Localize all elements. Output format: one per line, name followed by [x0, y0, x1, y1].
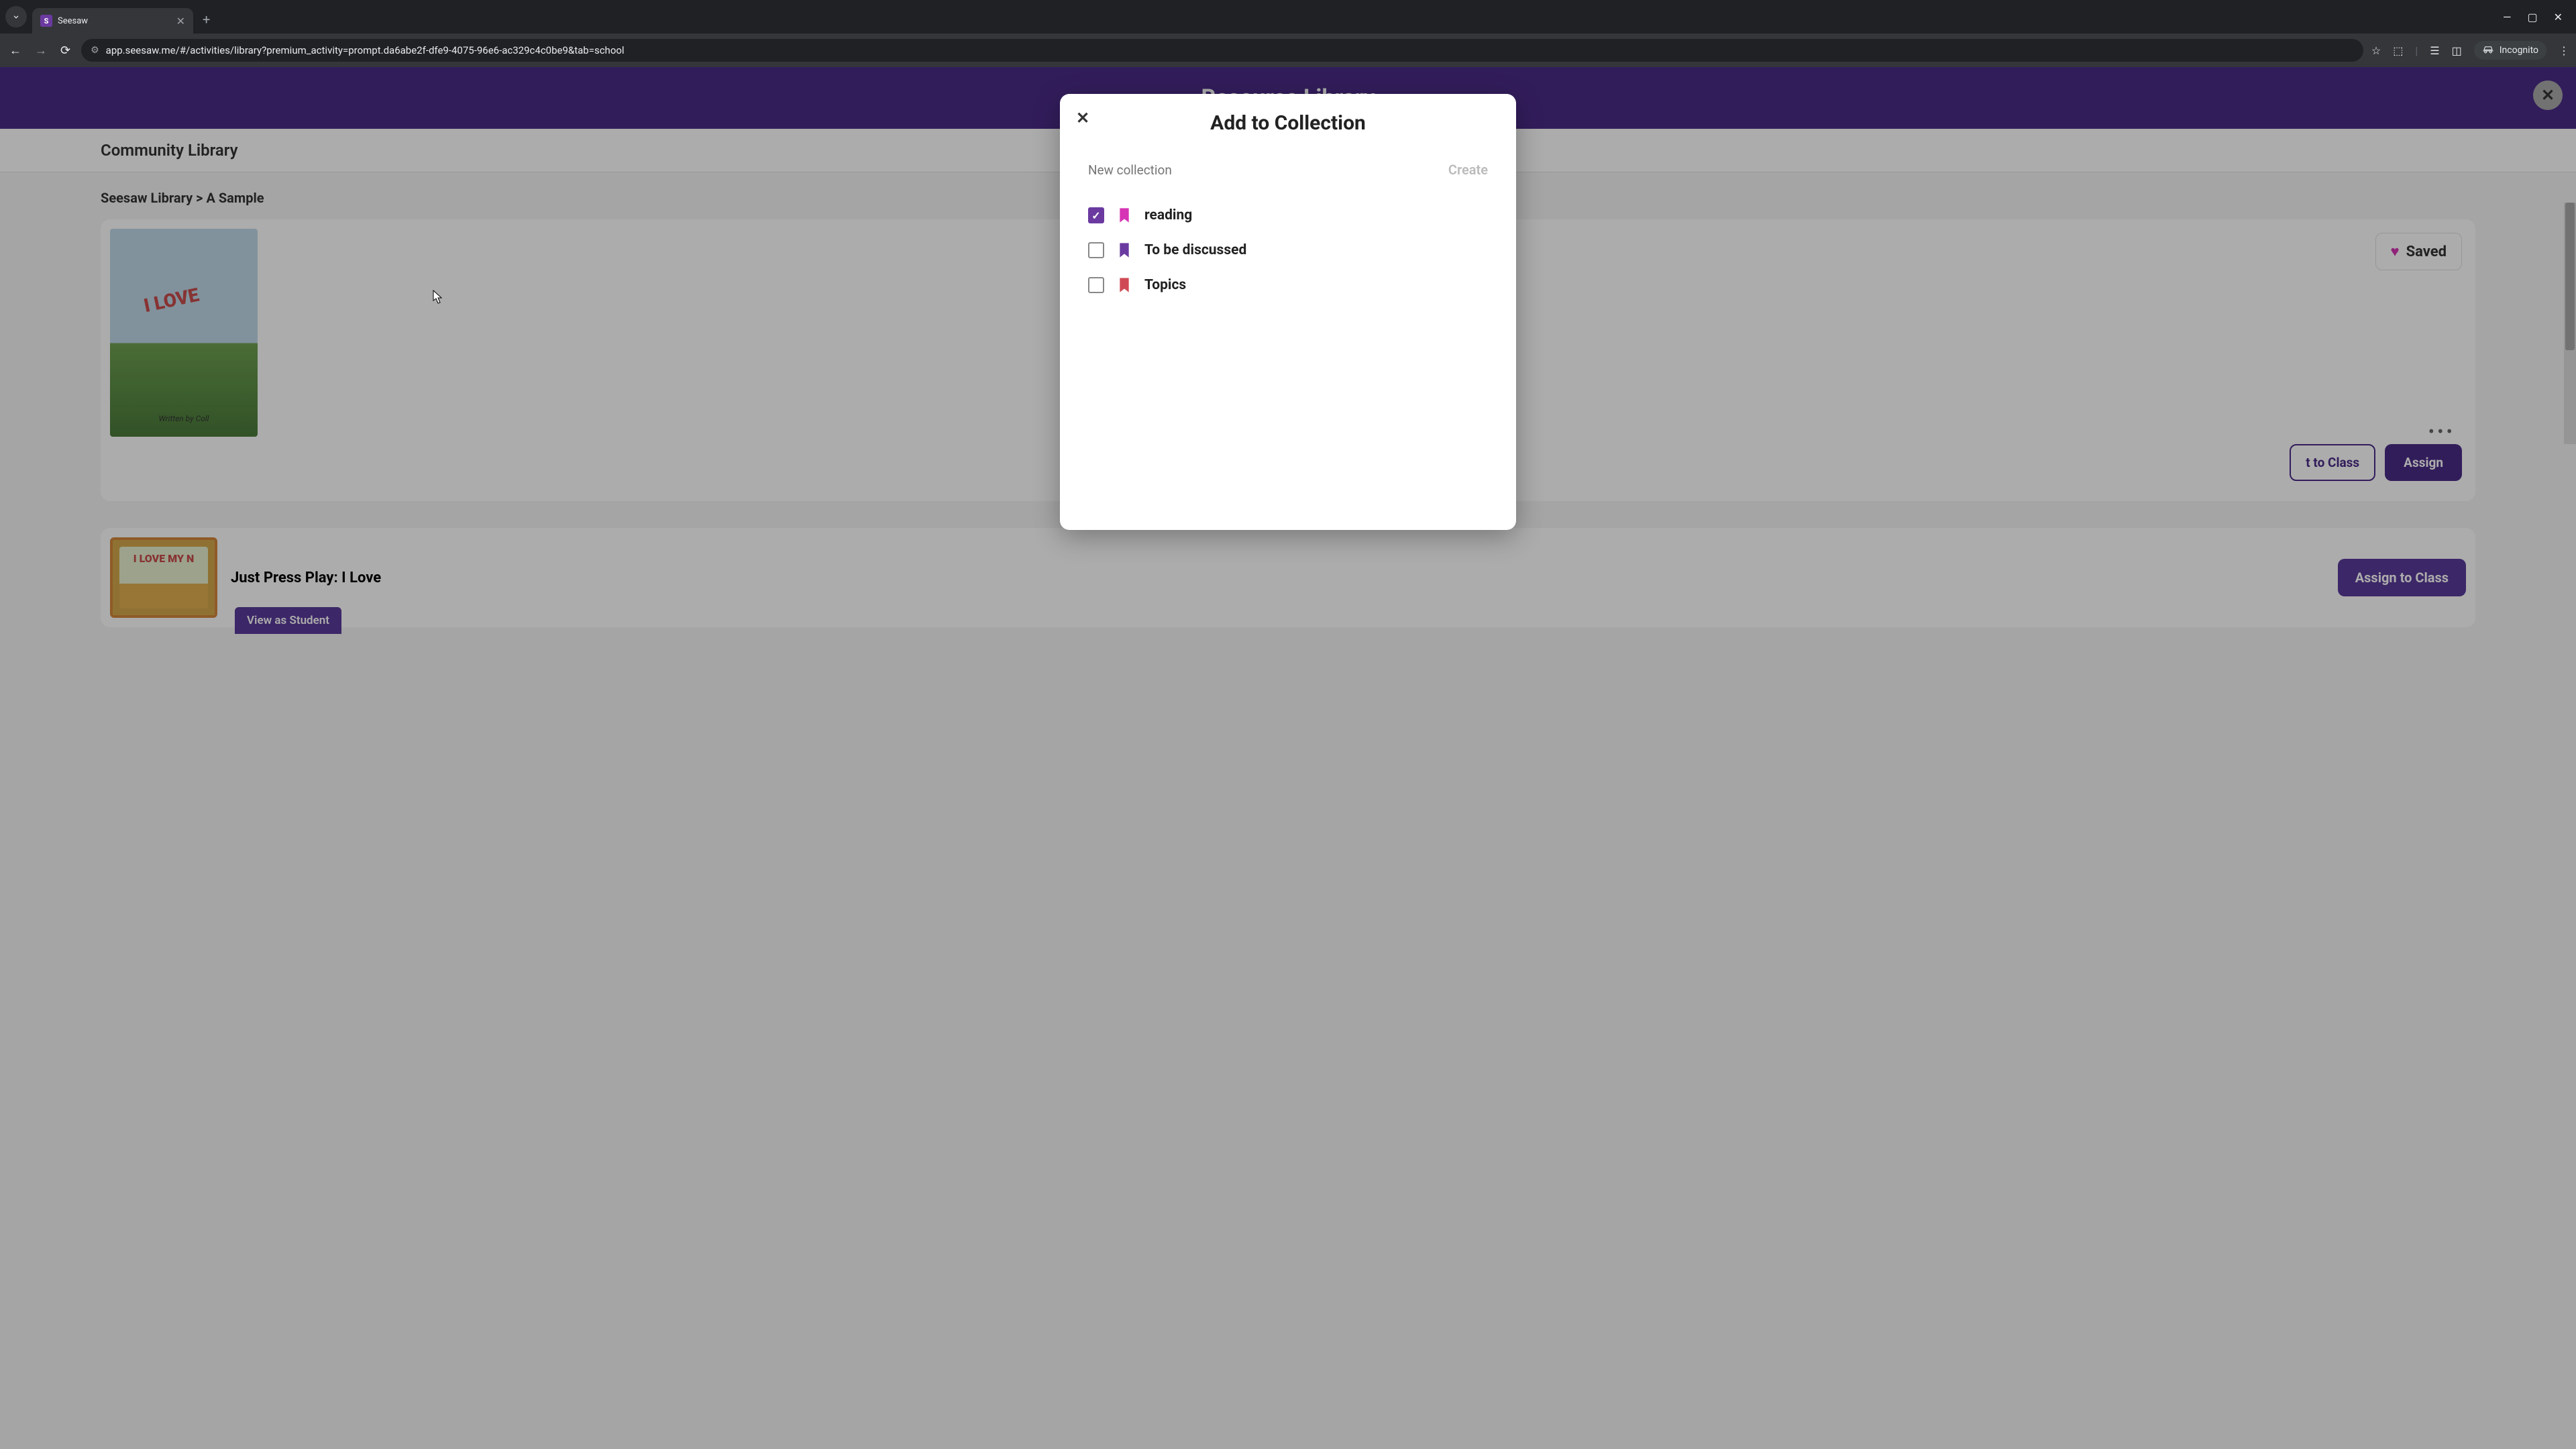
- tab-favicon: S: [40, 15, 52, 27]
- tab-title: Seesaw: [58, 16, 171, 26]
- browser-tab-active[interactable]: S Seesaw ✕: [32, 8, 193, 34]
- side-panel-icon[interactable]: ◫: [2452, 44, 2462, 57]
- reading-list-icon[interactable]: ☰: [2430, 44, 2439, 57]
- incognito-badge[interactable]: Incognito: [2474, 41, 2546, 60]
- reload-button[interactable]: ⟳: [58, 41, 73, 60]
- window-controls: — ▢ ✕: [2503, 11, 2571, 23]
- chevron-down-icon: [11, 12, 21, 21]
- collection-checkbox[interactable]: [1088, 277, 1104, 293]
- modal-title: Add to Collection: [1084, 111, 1492, 135]
- close-window-icon[interactable]: ✕: [2554, 11, 2563, 23]
- bookmark-icon: [1119, 278, 1130, 292]
- modal-close-icon[interactable]: ✕: [1076, 109, 1089, 127]
- site-info-icon[interactable]: ⚙: [91, 45, 99, 56]
- extensions-icon[interactable]: ⬚: [2393, 44, 2403, 57]
- collection-label: reading: [1144, 207, 1192, 223]
- collection-label: To be discussed: [1144, 242, 1246, 258]
- back-button[interactable]: ←: [7, 41, 24, 60]
- bookmark-icon: [1119, 208, 1130, 223]
- collection-row[interactable]: To be discussed: [1084, 233, 1492, 268]
- browser-menu-icon[interactable]: ⋮: [2559, 44, 2569, 57]
- bookmark-star-icon[interactable]: ☆: [2371, 44, 2381, 57]
- add-to-collection-modal: ✕ Add to Collection Create reading To be …: [1060, 94, 1516, 530]
- maximize-icon[interactable]: ▢: [2527, 11, 2537, 23]
- new-tab-button[interactable]: +: [203, 11, 210, 28]
- incognito-label: Incognito: [2500, 45, 2538, 56]
- incognito-icon: [2482, 46, 2494, 55]
- bookmark-icon: [1119, 243, 1130, 258]
- collection-checkbox[interactable]: [1088, 242, 1104, 258]
- address-bar[interactable]: ⚙ app.seesaw.me/#/activities/library?pre…: [81, 39, 2363, 62]
- forward-button[interactable]: →: [32, 41, 50, 60]
- create-collection-button[interactable]: Create: [1448, 162, 1488, 178]
- minimize-icon[interactable]: —: [2503, 11, 2512, 23]
- browser-tab-bar: S Seesaw ✕ + — ▢ ✕: [0, 0, 2576, 34]
- collection-label: Topics: [1144, 277, 1186, 293]
- new-collection-input[interactable]: [1088, 162, 1448, 178]
- browser-toolbar: ← → ⟳ ⚙ app.seesaw.me/#/activities/libra…: [0, 34, 2576, 67]
- url-text: app.seesaw.me/#/activities/library?premi…: [106, 44, 625, 56]
- collection-row[interactable]: Topics: [1084, 268, 1492, 303]
- collection-row[interactable]: reading: [1084, 198, 1492, 233]
- collection-checkbox[interactable]: [1088, 207, 1104, 223]
- tab-search-dropdown[interactable]: [5, 6, 27, 28]
- divider: |: [2415, 44, 2418, 57]
- tab-close-icon[interactable]: ✕: [176, 15, 185, 28]
